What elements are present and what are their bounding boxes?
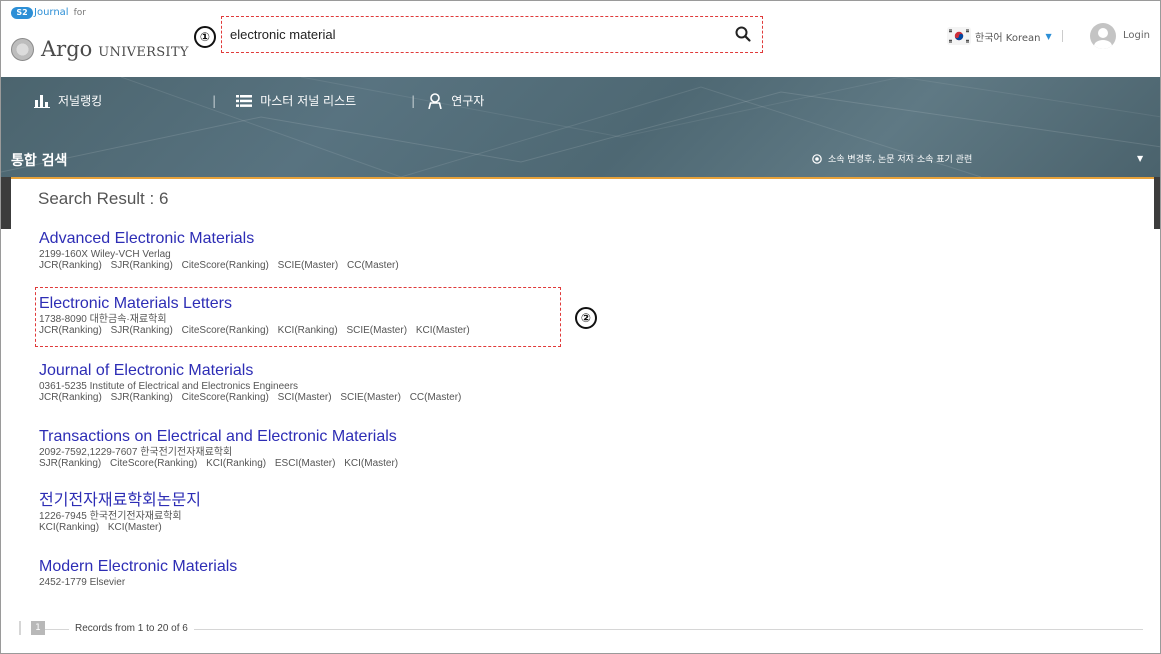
pager-divider xyxy=(33,629,1143,630)
login-link[interactable]: Login xyxy=(1123,30,1150,41)
journal-tags: KCI(Ranking) KCI(Master) xyxy=(39,522,201,533)
language-selector[interactable]: 한국어 Korean ▼ xyxy=(947,27,1063,45)
list-item: Transactions on Electrical and Electroni… xyxy=(39,427,404,469)
logo-argo: Argo xyxy=(41,37,93,61)
tag-link[interactable]: CC(Master) xyxy=(347,260,399,271)
affiliation-notice-text: 소속 변경후, 논문 저자 소속 표기 관련 xyxy=(828,155,973,165)
journal-tags: JCR(Ranking) SJR(Ranking) CiteScore(Rank… xyxy=(39,325,476,336)
nav-separator: | xyxy=(212,93,217,108)
tag-link[interactable]: CiteScore(Ranking) xyxy=(182,325,269,336)
tag-link[interactable]: SJR(Ranking) xyxy=(111,260,173,271)
list-item: Electronic Materials Letters 1738-8090 대… xyxy=(39,294,476,336)
journal-title-link[interactable]: Transactions on Electrical and Electroni… xyxy=(39,427,404,446)
tag-link[interactable]: SJR(Ranking) xyxy=(39,458,101,469)
journal-meta: 2092-7592,1229-7607 한국전기전자재료학회 xyxy=(39,447,233,458)
browser-frame: S2 Journal for Argo UNIVERSITY ① electro… xyxy=(0,0,1161,654)
tag-link[interactable]: CiteScore(Ranking) xyxy=(182,392,269,403)
journal-title-link[interactable]: 전기전자재료학회논문지 xyxy=(39,491,201,510)
tag-link[interactable]: KCI(Master) xyxy=(344,458,398,469)
tag-link[interactable]: SCIE(Master) xyxy=(278,260,339,271)
journal-tags: JCR(Ranking) SJR(Ranking) CiteScore(Rank… xyxy=(39,392,467,403)
tag-link[interactable]: CiteScore(Ranking) xyxy=(182,260,269,271)
nav-bar: 저널랭킹 | 마스터 저널 리스트 | 연구자 xyxy=(1,77,1160,124)
logo-journal-text: Journal xyxy=(34,7,69,18)
nav-item-researcher[interactable]: 연구자 xyxy=(427,92,484,109)
journal-title-link[interactable]: Journal of Electronic Materials xyxy=(39,361,467,380)
bar-chart-icon xyxy=(34,94,50,108)
journal-title-link[interactable]: Electronic Materials Letters xyxy=(39,294,476,313)
user-icon xyxy=(428,92,442,109)
logo-university-name[interactable]: Argo UNIVERSITY xyxy=(41,37,189,61)
language-label: 한국어 Korean xyxy=(975,32,1041,44)
page-title: 통합 검색 xyxy=(11,153,68,169)
tag-link[interactable]: SCIE(Master) xyxy=(346,325,407,336)
tag-link[interactable]: KCI(Master) xyxy=(416,325,470,336)
tag-link[interactable]: SCI(Master) xyxy=(278,392,332,403)
tag-link[interactable]: SJR(Ranking) xyxy=(111,325,173,336)
tag-link[interactable]: JCR(Ranking) xyxy=(39,392,102,403)
nav-item-master-journal-list[interactable]: 마스터 저널 리스트 xyxy=(236,92,356,109)
panel-edge xyxy=(1,177,11,229)
logo-university: UNIVERSITY xyxy=(98,45,189,60)
nav-item-label: 저널랭킹 xyxy=(58,94,103,108)
journal-meta: 1226-7945 한국전기전자재료학회 xyxy=(39,511,182,522)
journal-title-link[interactable]: Modern Electronic Materials xyxy=(39,557,237,576)
circle-dot-icon xyxy=(812,153,822,164)
page-button[interactable]: 1 xyxy=(31,621,45,635)
journal-meta: 2199-160X Wiley-VCH Verlag xyxy=(39,249,171,260)
logo-s2: S2 xyxy=(11,7,33,19)
search-box xyxy=(221,16,763,53)
journal-meta: 1738-8090 대한금속·재료학회 xyxy=(39,314,167,325)
nav-item-label: 마스터 저널 리스트 xyxy=(260,94,357,108)
nav-separator: | xyxy=(411,93,416,108)
annotation-marker-2: ② xyxy=(575,307,597,329)
tag-link[interactable]: SCIE(Master) xyxy=(340,392,401,403)
korea-flag-icon xyxy=(947,27,971,45)
nav-item-journal-ranking[interactable]: 저널랭킹 xyxy=(34,92,102,109)
logo-for-text: for xyxy=(73,8,86,18)
tag-link[interactable]: KCI(Master) xyxy=(108,522,162,533)
tag-link[interactable]: ESCI(Master) xyxy=(275,458,336,469)
tag-link[interactable]: JCR(Ranking) xyxy=(39,325,102,336)
logo-badge[interactable]: S2 Journal for xyxy=(11,7,86,19)
journal-meta: 0361-5235 Institute of Electrical and El… xyxy=(39,381,299,392)
affiliation-notice-link[interactable]: 소속 변경후, 논문 저자 소속 표기 관련 xyxy=(812,152,972,165)
avatar[interactable] xyxy=(1090,23,1116,49)
nav-item-label: 연구자 xyxy=(451,94,485,108)
journal-tags: JCR(Ranking) SJR(Ranking) CiteScore(Rank… xyxy=(39,260,405,271)
search-results-panel: Search Result : 6 Advanced Electronic Ma… xyxy=(11,177,1154,653)
tag-link[interactable]: KCI(Ranking) xyxy=(39,522,99,533)
university-seal-icon xyxy=(11,38,34,61)
tag-link[interactable]: JCR(Ranking) xyxy=(39,260,102,271)
main-navigation: 저널랭킹 | 마스터 저널 리스트 | 연구자 통합 검색 소속 변경후, 논문… xyxy=(1,77,1160,177)
list-item: 전기전자재료학회논문지 1226-7945 한국전기전자재료학회 KCI(Ran… xyxy=(39,491,201,533)
tag-link[interactable]: KCI(Ranking) xyxy=(206,458,266,469)
tag-link[interactable]: SJR(Ranking) xyxy=(111,392,173,403)
list-item: Advanced Electronic Materials 2199-160X … xyxy=(39,229,405,271)
pager-edge xyxy=(19,621,21,635)
result-count-heading: Search Result : 6 xyxy=(38,189,169,208)
pagination: 1 Records from 1 to 20 of 6 xyxy=(19,621,1143,635)
user-avatar-icon xyxy=(1094,28,1112,49)
list-item: Journal of Electronic Materials 0361-523… xyxy=(39,361,467,403)
search-input[interactable] xyxy=(230,23,710,45)
header: S2 Journal for Argo UNIVERSITY ① electro… xyxy=(1,1,1160,77)
header-divider xyxy=(1061,30,1063,42)
list-icon xyxy=(236,94,253,107)
tag-link[interactable]: CC(Master) xyxy=(410,392,462,403)
journal-meta: 2452-1779 Elsevier xyxy=(39,577,126,588)
tag-link[interactable]: KCI(Ranking) xyxy=(278,325,338,336)
chevron-down-icon[interactable]: ▼ xyxy=(1137,154,1143,163)
chevron-down-icon: ▼ xyxy=(1045,31,1052,41)
journal-tags: SJR(Ranking) CiteScore(Ranking) KCI(Rank… xyxy=(39,458,404,469)
records-count: Records from 1 to 20 of 6 xyxy=(69,623,194,634)
tag-link[interactable]: CiteScore(Ranking) xyxy=(110,458,197,469)
search-icon[interactable] xyxy=(734,25,752,43)
journal-title-link[interactable]: Advanced Electronic Materials xyxy=(39,229,405,248)
list-item: Modern Electronic Materials 2452-1779 El… xyxy=(39,557,237,588)
annotation-marker-1: ① xyxy=(194,26,216,48)
